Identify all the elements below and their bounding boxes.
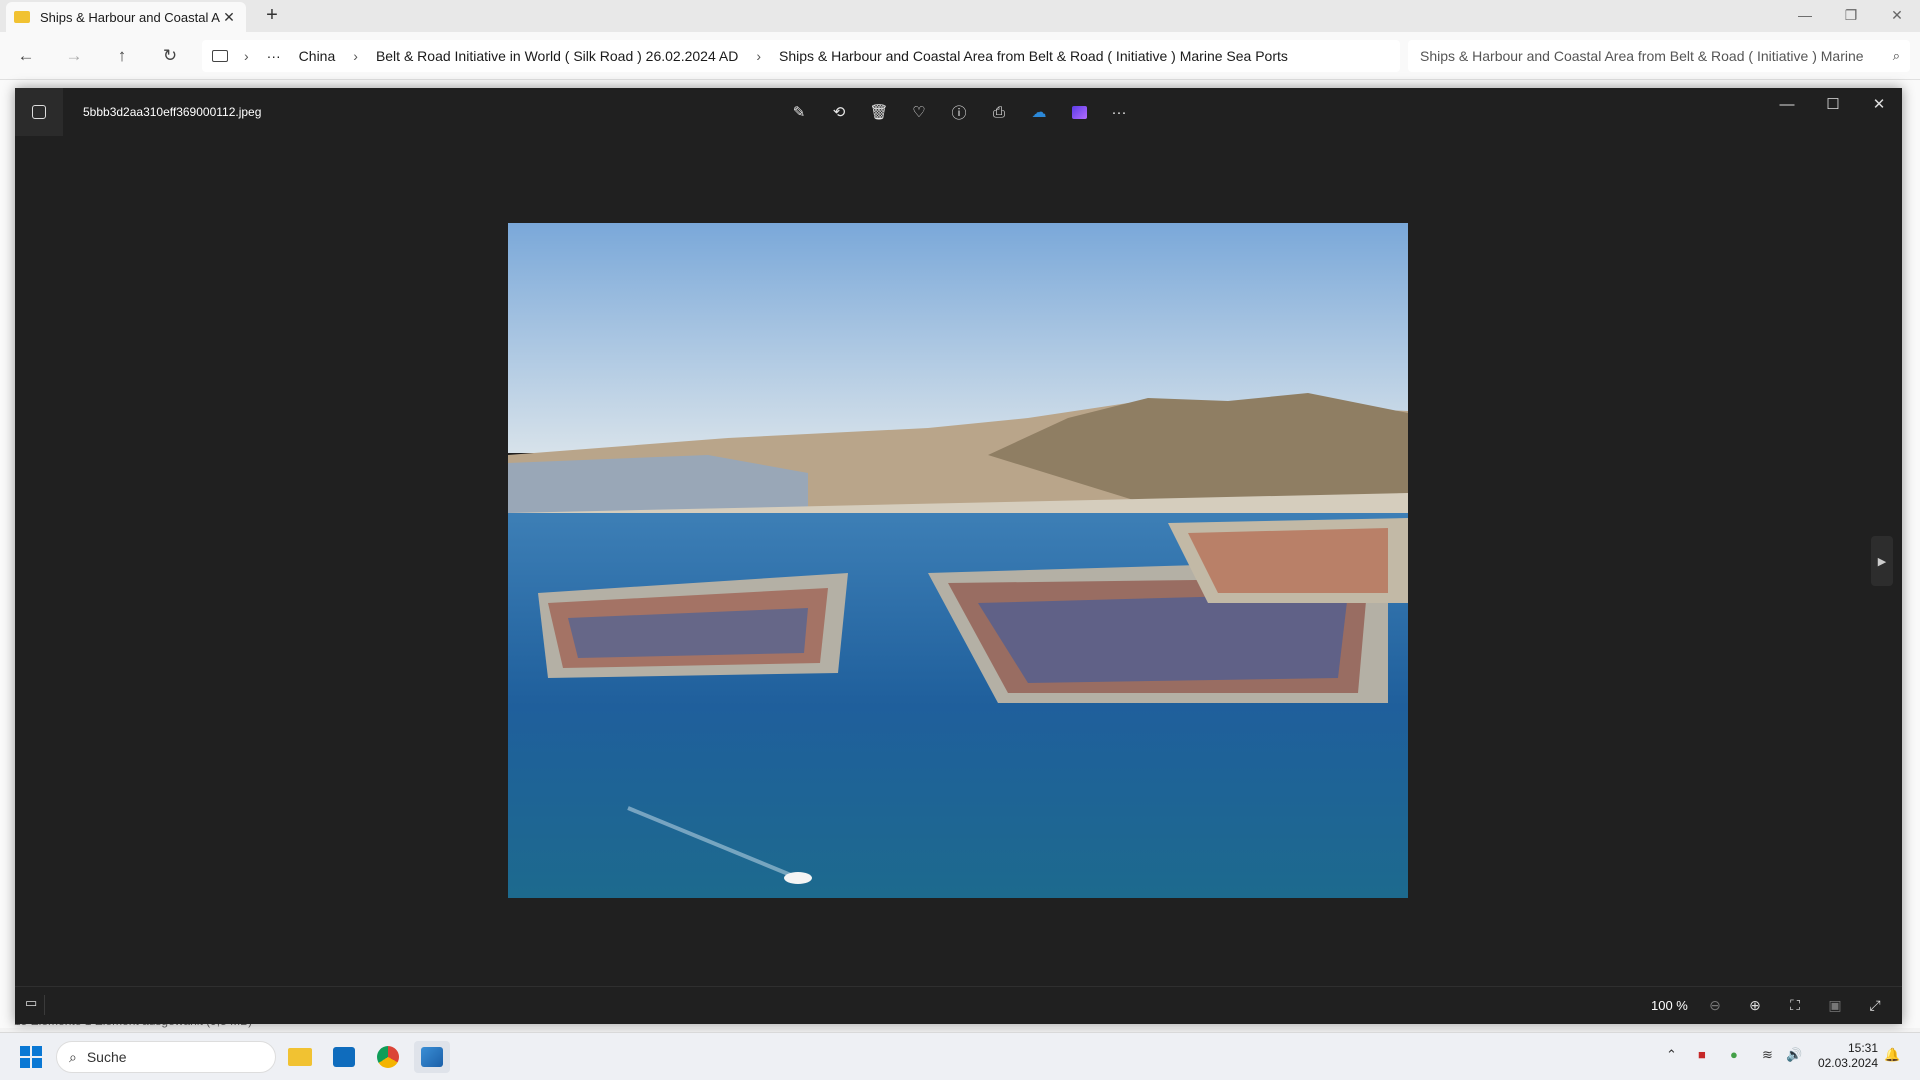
chevron-up-icon[interactable]: ⌃ — [1666, 1047, 1677, 1063]
search-icon: ⌕ — [69, 1048, 77, 1065]
wifi-icon[interactable]: ≋ — [1762, 1047, 1773, 1063]
close-window-button[interactable]: ✕ — [1874, 0, 1920, 30]
notification-bell-icon[interactable]: 🔔 — [1884, 1047, 1900, 1063]
acrobat-tray-icon[interactable]: ■ — [1698, 1047, 1706, 1062]
time: 15:31 — [1847, 1041, 1878, 1055]
explorer-window-controls: — ❐ ✕ — [1782, 0, 1920, 30]
chevron-right-icon: › — [244, 48, 249, 64]
edit-image-icon[interactable]: ✎ — [787, 100, 811, 124]
photos-app-icon[interactable] — [414, 1041, 450, 1073]
zoom-in-icon[interactable]: ⊕ — [1743, 993, 1767, 1017]
chrome-icon[interactable] — [370, 1041, 406, 1073]
address-bar-row: ← → ↑ ↻ › ··· China › Belt & Road Initia… — [0, 32, 1920, 80]
more-icon[interactable]: ··· — [1107, 100, 1131, 124]
close-button[interactable]: ✕ — [1856, 88, 1902, 120]
explorer-tab[interactable]: Ships & Harbour and Coastal A ✕ — [6, 2, 246, 32]
new-tab-button[interactable]: + — [262, 4, 282, 28]
up-arrow-icon[interactable]: ↑ — [110, 44, 134, 68]
fullscreen-icon[interactable]: ⤢ — [1863, 993, 1887, 1017]
volume-icon[interactable]: 🔊 — [1786, 1047, 1802, 1063]
close-tab-icon[interactable]: ✕ — [220, 9, 238, 26]
file-explorer-icon[interactable] — [282, 1041, 318, 1073]
info-icon[interactable]: ⓘ — [947, 100, 971, 124]
actual-size-icon[interactable]: ▣ — [1823, 993, 1847, 1017]
delete-icon[interactable]: 🗑 — [867, 100, 891, 124]
onedrive-icon[interactable]: ☁ — [1027, 100, 1051, 124]
date: 02.03.2024 — [1817, 1056, 1878, 1070]
clock[interactable]: 15:31 02.03.2024 — [1808, 1041, 1878, 1071]
search-icon[interactable]: ⌕ — [1893, 48, 1900, 64]
windows-start-icon[interactable] — [20, 1046, 42, 1068]
viewer-titlebar: 5bbb3d2aa310eff369000112.jpeg ✎ ⟲ 🗑 ♡ ⓘ … — [15, 88, 1902, 136]
fit-to-window-icon[interactable]: ⛶ — [1783, 993, 1807, 1017]
next-image-button[interactable]: ▶ — [1871, 536, 1893, 586]
forward-arrow-icon[interactable]: → — [62, 44, 86, 68]
viewer-window-controls: — ☐ ✕ — [1764, 88, 1902, 120]
search-placeholder: Suche — [86, 1049, 127, 1065]
folder-search-input[interactable]: Ships & Harbour and Coastal Area from Be… — [1408, 40, 1910, 72]
filmstrip-icon[interactable]: ▭ — [25, 995, 45, 1015]
folder-icon — [14, 11, 30, 23]
file-name: 5bbb3d2aa310eff369000112.jpeg — [83, 105, 262, 119]
taskbar: ⌕ Suche ⌃ ■ ● ≋ 🔊 15:31 02.03.2024 🔔 — [0, 1032, 1920, 1080]
tab-title: Ships & Harbour and Coastal A — [40, 9, 220, 25]
restore-button[interactable]: ❐ — [1828, 0, 1874, 30]
viewer-toolbar: ✎ ⟲ 🗑 ♡ ⓘ ⎙ ☁ ··· — [787, 100, 1131, 124]
zoom-level: 100 % — [1651, 998, 1688, 1013]
back-arrow-icon[interactable]: ← — [14, 44, 38, 68]
rotate-icon[interactable]: ⟲ — [827, 100, 851, 124]
zoom-out-icon[interactable]: ⊖ — [1703, 993, 1727, 1017]
breadcrumb-item[interactable]: China — [299, 48, 336, 64]
maximize-button[interactable]: ☐ — [1810, 88, 1856, 120]
breadcrumb[interactable]: › ··· China › Belt & Road Initiative in … — [202, 40, 1400, 72]
this-pc-icon[interactable] — [212, 50, 228, 62]
explorer-tabstrip: Ships & Harbour and Coastal A ✕ + — ❐ ✕ — [0, 0, 1920, 32]
harbour-photo — [508, 223, 1408, 898]
refresh-icon[interactable]: ↻ — [158, 44, 182, 68]
zoom-toolbar: ⊖ ⊕ ⛶ ▣ ⤢ — [1703, 993, 1887, 1017]
favorite-icon[interactable]: ♡ — [907, 100, 931, 124]
search-text: Ships & Harbour and Coastal Area from Be… — [1420, 48, 1864, 64]
photos-viewer-window: 5bbb3d2aa310eff369000112.jpeg ✎ ⟲ 🗑 ♡ ⓘ … — [15, 88, 1902, 1024]
chevron-right-icon: › — [353, 48, 358, 64]
photos-app-icon — [15, 88, 63, 136]
viewer-footer: ▭ 100 % ⊖ ⊕ ⛶ ▣ ⤢ — [15, 986, 1902, 1024]
minimize-button[interactable]: — — [1782, 0, 1828, 30]
breadcrumb-item[interactable]: Belt & Road Initiative in World ( Silk R… — [376, 48, 738, 64]
more-ellipsis-icon[interactable]: ··· — [267, 48, 281, 64]
clipchamp-icon[interactable] — [1067, 100, 1091, 124]
taskbar-search-input[interactable]: ⌕ Suche — [56, 1041, 276, 1073]
security-tray-icon[interactable]: ● — [1730, 1047, 1738, 1062]
breadcrumb-item[interactable]: Ships & Harbour and Coastal Area from Be… — [779, 48, 1288, 64]
minimize-button[interactable]: — — [1764, 88, 1810, 120]
microsoft-store-icon[interactable] — [326, 1041, 362, 1073]
print-icon[interactable]: ⎙ — [987, 100, 1011, 124]
chevron-right-icon: › — [756, 48, 761, 64]
